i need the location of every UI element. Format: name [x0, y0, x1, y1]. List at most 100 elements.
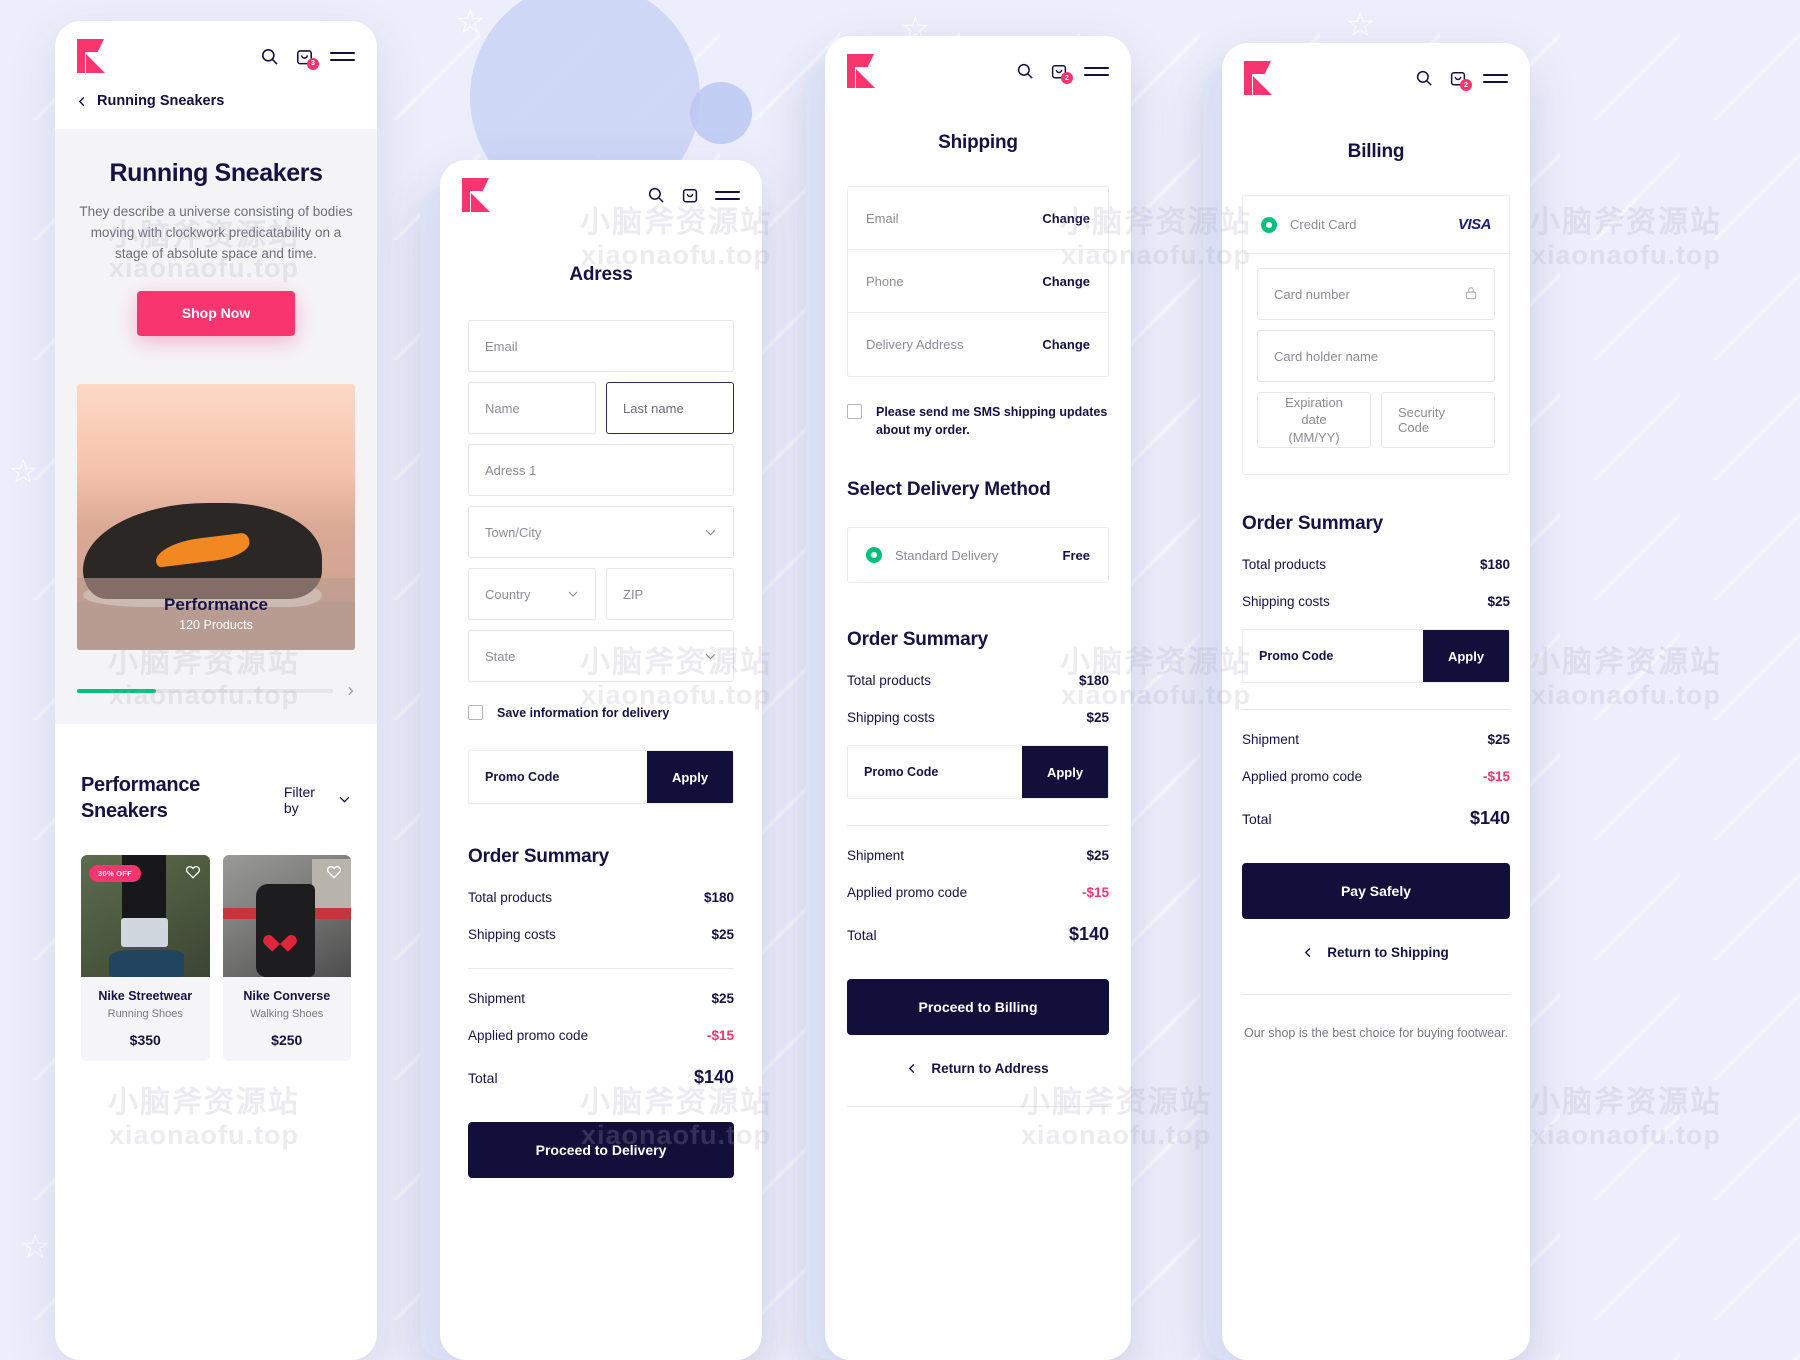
- product-name: Nike Converse: [243, 988, 331, 1003]
- chevron-left-icon: [907, 1063, 918, 1074]
- shipping-form: Email Change Phone Change Delivery Addre…: [825, 186, 1131, 1108]
- promo-code-input[interactable]: Promo Code: [1243, 630, 1423, 682]
- sms-updates-row[interactable]: Please send me SMS shipping updates abou…: [847, 403, 1109, 439]
- summary-label: Total products: [1242, 557, 1327, 572]
- apply-promo-button[interactable]: Apply: [1423, 630, 1509, 682]
- save-info-row[interactable]: Save information for delivery: [468, 704, 734, 722]
- standard-delivery-option[interactable]: Standard Delivery Free: [847, 527, 1109, 584]
- product-card[interactable]: 30% OFF Nike Streetwear Running Shoes $3…: [81, 854, 210, 1061]
- summary-row: Total products $180: [468, 890, 734, 905]
- category-image: Performance 120 Products: [77, 383, 355, 650]
- summary-label: Shipping costs: [847, 710, 935, 726]
- billing-form: Credit Card VISA Card number Card holder…: [1222, 195, 1530, 1043]
- card-holder-field[interactable]: Card holder name: [1257, 330, 1495, 382]
- heart-icon[interactable]: [185, 864, 201, 885]
- shopping-bag-icon[interactable]: [681, 186, 699, 204]
- search-icon[interactable]: [647, 186, 665, 204]
- category-card[interactable]: Performance 120 Products: [77, 383, 355, 650]
- brand-logo-icon[interactable]: [1243, 61, 1274, 95]
- summary-row: Applied promo code -$15: [468, 1028, 734, 1043]
- expiration-date-field[interactable]: Expiration date (MM/YY): [1257, 392, 1371, 448]
- summary-value: $180: [703, 890, 734, 906]
- chevron-left-icon[interactable]: [77, 96, 88, 107]
- hamburger-menu-icon[interactable]: [1483, 73, 1508, 83]
- summary-label: Total products: [468, 890, 553, 906]
- heart-icon[interactable]: [326, 864, 342, 885]
- search-icon[interactable]: [1016, 62, 1034, 80]
- section-title: Performance Sneakers: [81, 773, 200, 823]
- sneaker-shape: [109, 949, 184, 977]
- address1-field[interactable]: Adress 1: [468, 444, 734, 496]
- breadcrumb[interactable]: Running Sneakers: [55, 81, 377, 129]
- brand-logo-icon[interactable]: [846, 54, 877, 88]
- delivery-option-label: Standard Delivery: [895, 547, 999, 563]
- radio-selected-icon[interactable]: [866, 547, 882, 564]
- pay-safely-button[interactable]: Pay Safely: [1242, 863, 1510, 919]
- save-info-checkbox[interactable]: [468, 705, 483, 720]
- summary-label: Shipment: [468, 991, 526, 1007]
- shopping-bag-icon[interactable]: 2: [1449, 69, 1472, 91]
- credit-card-left: Credit Card: [1261, 216, 1356, 233]
- brand-logo-icon[interactable]: [76, 39, 107, 73]
- app-header: [440, 160, 762, 220]
- search-icon[interactable]: [1415, 69, 1433, 87]
- carousel-progress-bar[interactable]: [77, 688, 333, 693]
- page-title: Shipping: [938, 132, 1018, 153]
- filter-by-dropdown[interactable]: Filter by: [284, 784, 351, 816]
- proceed-to-delivery-button[interactable]: Proceed to Delivery: [468, 1122, 734, 1179]
- change-phone-link[interactable]: Change: [1042, 274, 1090, 289]
- sms-updates-checkbox[interactable]: [847, 404, 862, 419]
- hamburger-menu-icon[interactable]: [715, 190, 740, 200]
- return-to-shipping-link[interactable]: Return to Shipping: [1242, 945, 1510, 960]
- shopping-bag-icon[interactable]: 2: [1050, 62, 1073, 84]
- proceed-to-billing-button[interactable]: Proceed to Billing: [847, 979, 1109, 1036]
- product-card[interactable]: Nike Converse Walking Shoes $250: [222, 854, 351, 1061]
- watermark-line2: xiaonaofu.top: [1531, 680, 1721, 711]
- radio-selected-icon[interactable]: [1261, 216, 1277, 233]
- products-section: Performance Sneakers Filter by 30% OFF N…: [55, 723, 377, 1061]
- shop-now-button[interactable]: Shop Now: [137, 290, 295, 336]
- summary-value: $25: [1487, 732, 1510, 747]
- header-actions: 2: [1016, 62, 1109, 84]
- hamburger-menu-icon[interactable]: [1084, 66, 1109, 76]
- email-field[interactable]: Email: [468, 320, 734, 372]
- last-name-field[interactable]: Last name: [606, 382, 734, 434]
- summary-value: $25: [1086, 848, 1109, 864]
- app-header: 3: [55, 21, 377, 81]
- country-select[interactable]: Country: [468, 568, 596, 620]
- promo-placeholder: Promo Code: [1259, 649, 1334, 663]
- shopping-bag-icon[interactable]: 3: [295, 47, 319, 70]
- summary-label: Shipment: [1242, 732, 1300, 747]
- summary-row: Total products $180: [1242, 557, 1510, 572]
- credit-card-option[interactable]: Credit Card VISA: [1243, 196, 1509, 254]
- town-city-select[interactable]: Town/City: [468, 506, 734, 558]
- summary-value: -$15: [1482, 769, 1510, 784]
- name-row: Name Last name: [468, 382, 734, 444]
- first-name-field[interactable]: Name: [468, 382, 596, 434]
- cart-count-badge: 2: [1061, 72, 1073, 84]
- state-select[interactable]: State: [468, 630, 734, 682]
- apply-promo-button[interactable]: Apply: [1022, 746, 1108, 799]
- delivery-option-left: Standard Delivery: [866, 547, 999, 564]
- change-address-link[interactable]: Change: [1042, 337, 1090, 352]
- summary-value: $25: [1086, 710, 1109, 726]
- zip-field[interactable]: ZIP: [606, 568, 734, 620]
- category-subtitle: 120 Products: [179, 618, 253, 633]
- brand-logo-icon[interactable]: [461, 178, 492, 212]
- product-price: $350: [129, 1031, 161, 1048]
- promo-code-input[interactable]: Promo Code: [469, 751, 647, 803]
- card-number-field[interactable]: Card number: [1257, 268, 1495, 320]
- summary-row: Shipment $25: [1242, 732, 1510, 747]
- promo-code-input[interactable]: Promo Code: [848, 746, 1022, 798]
- chevron-right-icon[interactable]: [345, 686, 355, 696]
- summary-label: Total products: [847, 673, 932, 689]
- watermark-line2: xiaonaofu.top: [1531, 1120, 1721, 1151]
- search-icon[interactable]: [260, 47, 279, 66]
- apply-promo-button[interactable]: Apply: [647, 751, 733, 804]
- summary-label: Applied promo code: [1242, 769, 1363, 784]
- star-decoration: ☆: [20, 1228, 51, 1266]
- return-to-address-link[interactable]: Return to Address: [847, 1061, 1109, 1076]
- change-email-link[interactable]: Change: [1042, 211, 1090, 226]
- hamburger-menu-icon[interactable]: [330, 51, 355, 61]
- security-code-field[interactable]: Security Code: [1381, 392, 1495, 448]
